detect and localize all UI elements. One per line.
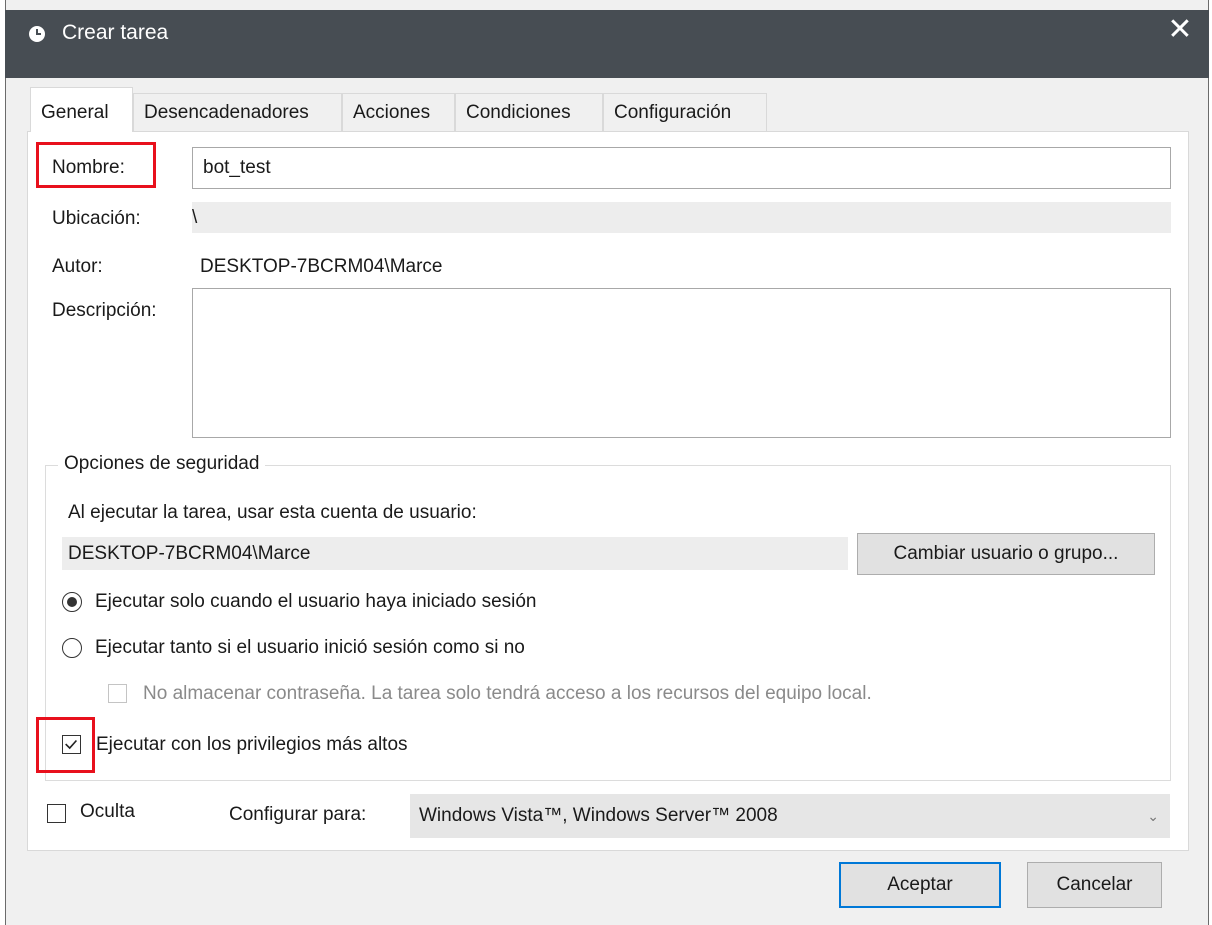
description-field[interactable] xyxy=(192,288,1171,438)
close-icon[interactable]: ✕ xyxy=(1165,15,1195,45)
author-value: DESKTOP-7BCRM04\Marce xyxy=(200,256,443,277)
account-field: DESKTOP-7BCRM04\Marce xyxy=(62,537,848,570)
description-label: Descripción: xyxy=(52,300,157,321)
chevron-down-icon: ⌄ xyxy=(1147,808,1159,824)
configure-for-label: Configurar para: xyxy=(229,804,367,825)
configure-for-select[interactable]: Windows Vista™, Windows Server™ 2008 ⌄ xyxy=(410,794,1170,838)
author-label: Autor: xyxy=(52,256,103,277)
security-group-title: Opciones de seguridad xyxy=(58,453,266,475)
window-title: Crear tarea xyxy=(62,21,169,44)
account-prompt: Al ejecutar la tarea, usar esta cuenta d… xyxy=(68,502,477,523)
no-store-password-checkbox[interactable] xyxy=(108,684,127,703)
highest-privileges-checkbox[interactable] xyxy=(62,735,81,754)
cancel-button[interactable]: Cancelar xyxy=(1027,862,1162,908)
configure-for-value: Windows Vista™, Windows Server™ 2008 xyxy=(419,805,778,826)
location-label: Ubicación: xyxy=(52,208,141,229)
hidden-checkbox[interactable] xyxy=(47,804,66,823)
highest-privileges-label[interactable]: Ejecutar con los privilegios más altos xyxy=(96,734,408,756)
hidden-label[interactable]: Oculta xyxy=(80,801,135,823)
checkmark-icon xyxy=(65,739,78,750)
tab-conditions[interactable]: Condiciones xyxy=(455,93,603,131)
tab-settings[interactable]: Configuración xyxy=(603,93,767,131)
change-user-button[interactable]: Cambiar usuario o grupo... xyxy=(857,533,1155,575)
name-field[interactable]: bot_test xyxy=(192,147,1171,189)
location-value-field: \ xyxy=(192,202,1171,233)
radio-any-user[interactable] xyxy=(62,638,82,658)
name-label: Nombre: xyxy=(52,157,125,178)
clock-icon xyxy=(29,26,45,42)
ok-button[interactable]: Aceptar xyxy=(839,862,1001,908)
tab-general[interactable]: General xyxy=(30,87,133,132)
radio-logged-on-label[interactable]: Ejecutar solo cuando el usuario haya ini… xyxy=(95,591,537,613)
radio-logged-on[interactable] xyxy=(62,592,82,612)
tab-actions[interactable]: Acciones xyxy=(342,93,455,131)
location-value: \ xyxy=(192,207,198,228)
radio-any-user-label[interactable]: Ejecutar tanto si el usuario inició sesi… xyxy=(95,637,525,659)
tab-triggers[interactable]: Desencadenadores xyxy=(133,93,342,131)
no-store-password-label: No almacenar contraseña. La tarea solo t… xyxy=(143,683,872,704)
account-value: DESKTOP-7BCRM04\Marce xyxy=(68,543,311,564)
title-bar: Crear tarea ✕ xyxy=(5,10,1209,78)
